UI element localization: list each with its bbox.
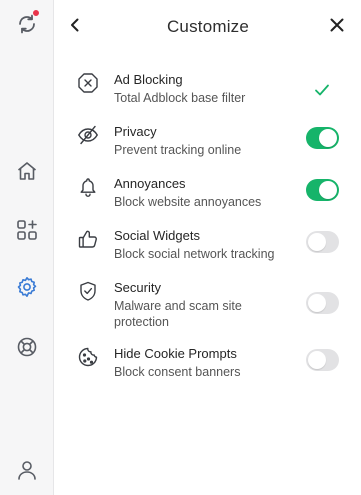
checkmark-icon bbox=[313, 82, 331, 98]
filter-title: Privacy bbox=[114, 124, 157, 139]
apps-grid-plus-icon bbox=[15, 218, 39, 242]
notification-dot bbox=[32, 9, 40, 17]
close-icon bbox=[329, 17, 345, 38]
filter-text: Social Widgets Block social network trac… bbox=[114, 228, 300, 262]
thumbs-up-icon bbox=[77, 228, 99, 250]
filter-row-ad-blocking: Ad Blocking Total Adblock base filter bbox=[55, 72, 361, 116]
hide-cookie-prompts-toggle[interactable] bbox=[306, 349, 339, 371]
gear-icon bbox=[15, 275, 39, 299]
filter-subtitle: Block social network tracking bbox=[114, 247, 275, 261]
filter-text: Hide Cookie Prompts Block consent banner… bbox=[114, 346, 300, 380]
lifebuoy-icon bbox=[15, 335, 39, 359]
toggle-knob bbox=[308, 233, 326, 251]
user-icon bbox=[15, 458, 39, 482]
filter-row-privacy: Privacy Prevent tracking online bbox=[55, 124, 361, 168]
filter-title: Social Widgets bbox=[114, 228, 200, 243]
close-button[interactable] bbox=[325, 15, 349, 39]
annoyances-toggle[interactable] bbox=[306, 179, 339, 201]
filter-row-annoyances: Annoyances Block website annoyances bbox=[55, 176, 361, 220]
filter-title: Security bbox=[114, 280, 161, 295]
sidebar-item-home[interactable] bbox=[0, 153, 54, 189]
filter-row-hide-cookie-prompts: Hide Cookie Prompts Block consent banner… bbox=[55, 346, 361, 390]
filter-row-social-widgets: Social Widgets Block social network trac… bbox=[55, 228, 361, 272]
customize-panel: Customize Ad Blocking Total Adblock base… bbox=[55, 0, 361, 495]
filter-text: Security Malware and scam site protectio… bbox=[114, 280, 300, 330]
security-toggle[interactable] bbox=[306, 292, 339, 314]
filter-row-security: Security Malware and scam site protectio… bbox=[55, 280, 361, 332]
filter-subtitle: Total Adblock base filter bbox=[114, 91, 246, 105]
filter-subtitle: Prevent tracking online bbox=[114, 143, 242, 157]
filter-subtitle: Block consent banners bbox=[114, 365, 241, 379]
filter-subtitle: Malware and scam site protection bbox=[114, 299, 242, 329]
filter-title: Annoyances bbox=[114, 176, 186, 191]
sidebar-item-help[interactable] bbox=[0, 329, 54, 365]
sidebar-item-apps[interactable] bbox=[0, 212, 54, 248]
eye-slash-icon bbox=[77, 124, 99, 146]
filter-text: Annoyances Block website annoyances bbox=[114, 176, 300, 210]
filter-text: Ad Blocking Total Adblock base filter bbox=[114, 72, 300, 106]
filter-subtitle: Block website annoyances bbox=[114, 195, 262, 209]
sidebar-item-account[interactable] bbox=[0, 452, 54, 488]
filter-text: Privacy Prevent tracking online bbox=[114, 124, 300, 158]
home-icon bbox=[15, 159, 39, 183]
toggle-knob bbox=[308, 351, 326, 369]
toggle-knob bbox=[319, 129, 337, 147]
filter-title: Hide Cookie Prompts bbox=[114, 346, 237, 361]
sync-button[interactable] bbox=[0, 6, 54, 42]
social-widgets-toggle[interactable] bbox=[306, 231, 339, 253]
toggle-knob bbox=[319, 181, 337, 199]
ad-block-icon bbox=[77, 72, 99, 94]
sidebar bbox=[0, 0, 54, 495]
panel-header: Customize bbox=[55, 8, 361, 46]
cookie-icon bbox=[77, 346, 99, 368]
toggle-knob bbox=[308, 294, 326, 312]
sidebar-item-settings[interactable] bbox=[0, 269, 54, 305]
bell-icon bbox=[77, 176, 99, 198]
privacy-toggle[interactable] bbox=[306, 127, 339, 149]
shield-check-icon bbox=[77, 280, 99, 302]
filter-title: Ad Blocking bbox=[114, 72, 183, 87]
page-title: Customize bbox=[166, 17, 250, 36]
